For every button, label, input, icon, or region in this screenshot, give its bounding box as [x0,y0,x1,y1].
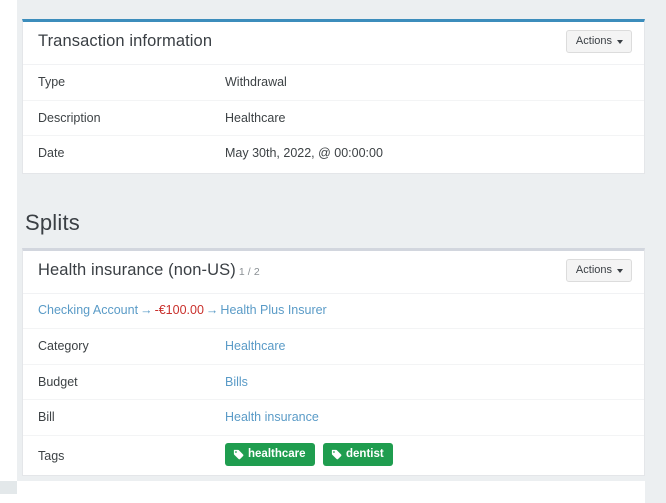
table-row: Type Withdrawal [23,65,644,101]
transaction-actions-label: Actions [576,35,612,48]
row-value-tags: healthcare dentist [225,443,398,466]
tag-badge[interactable]: dentist [323,443,393,466]
table-row: Category Healthcare [23,329,644,365]
row-value-budget: Bills [225,375,248,389]
transaction-information-card: Transaction information Actions Type Wit… [22,19,645,174]
budget-link[interactable]: Bills [225,375,248,389]
split-card-header: Health insurance (non-US)1 / 2 Actions [23,251,644,294]
table-row: Description Healthcare [23,101,644,137]
right-gutter [645,0,666,503]
tag-label: healthcare [248,448,306,461]
chevron-down-icon [617,40,623,44]
tag-badge[interactable]: healthcare [225,443,315,466]
chevron-down-icon [617,269,623,273]
transaction-actions-button[interactable]: Actions [566,30,632,53]
table-row: Tags healthcare dentist [23,436,644,476]
row-value-description: Healthcare [225,111,285,125]
row-label-type: Type [38,75,65,89]
row-value-category: Healthcare [225,339,285,353]
bottom-left-nub [0,481,17,494]
arrow-right-icon: → [204,303,221,317]
split-card-title-text: Health insurance (non-US) [38,261,236,279]
left-gutter [0,0,17,481]
transaction-card-title: Transaction information [38,32,212,51]
category-link[interactable]: Healthcare [225,339,285,353]
split-card-title: Health insurance (non-US)1 / 2 [38,261,260,280]
table-row: Budget Bills [23,365,644,401]
row-label-budget: Budget [38,375,78,389]
tag-icon [331,449,342,460]
split-card: Health insurance (non-US)1 / 2 Actions C… [22,248,645,476]
transfer-line: Checking Account→-€100.00→Health Plus In… [38,303,327,317]
row-label-category: Category [38,339,89,353]
split-actions-label: Actions [576,264,612,277]
row-label-tags: Tags [38,449,64,463]
row-label-description: Description [38,111,101,125]
bill-link[interactable]: Health insurance [225,410,319,424]
row-value-type: Withdrawal [225,75,287,89]
destination-account-link[interactable]: Health Plus Insurer [220,303,326,317]
source-account-link[interactable]: Checking Account [38,303,138,317]
splits-section-heading: Splits [25,210,80,236]
transfer-summary-row: Checking Account→-€100.00→Health Plus In… [23,294,644,329]
tag-icon [233,449,244,460]
row-label-bill: Bill [38,410,55,424]
row-value-bill: Health insurance [225,410,319,424]
main-content: Transaction information Actions Type Wit… [17,0,645,503]
transfer-amount: -€100.00 [155,303,204,317]
tag-label: dentist [346,448,384,461]
row-value-date: May 30th, 2022, @ 00:00:00 [225,146,383,160]
transaction-card-header: Transaction information Actions [23,22,644,65]
table-row: Bill Health insurance [23,400,644,436]
arrow-right-icon: → [138,303,155,317]
row-label-date: Date [38,146,64,160]
table-row: Date May 30th, 2022, @ 00:00:00 [23,136,644,172]
split-actions-button[interactable]: Actions [566,259,632,282]
split-card-counter: 1 / 2 [239,266,260,278]
